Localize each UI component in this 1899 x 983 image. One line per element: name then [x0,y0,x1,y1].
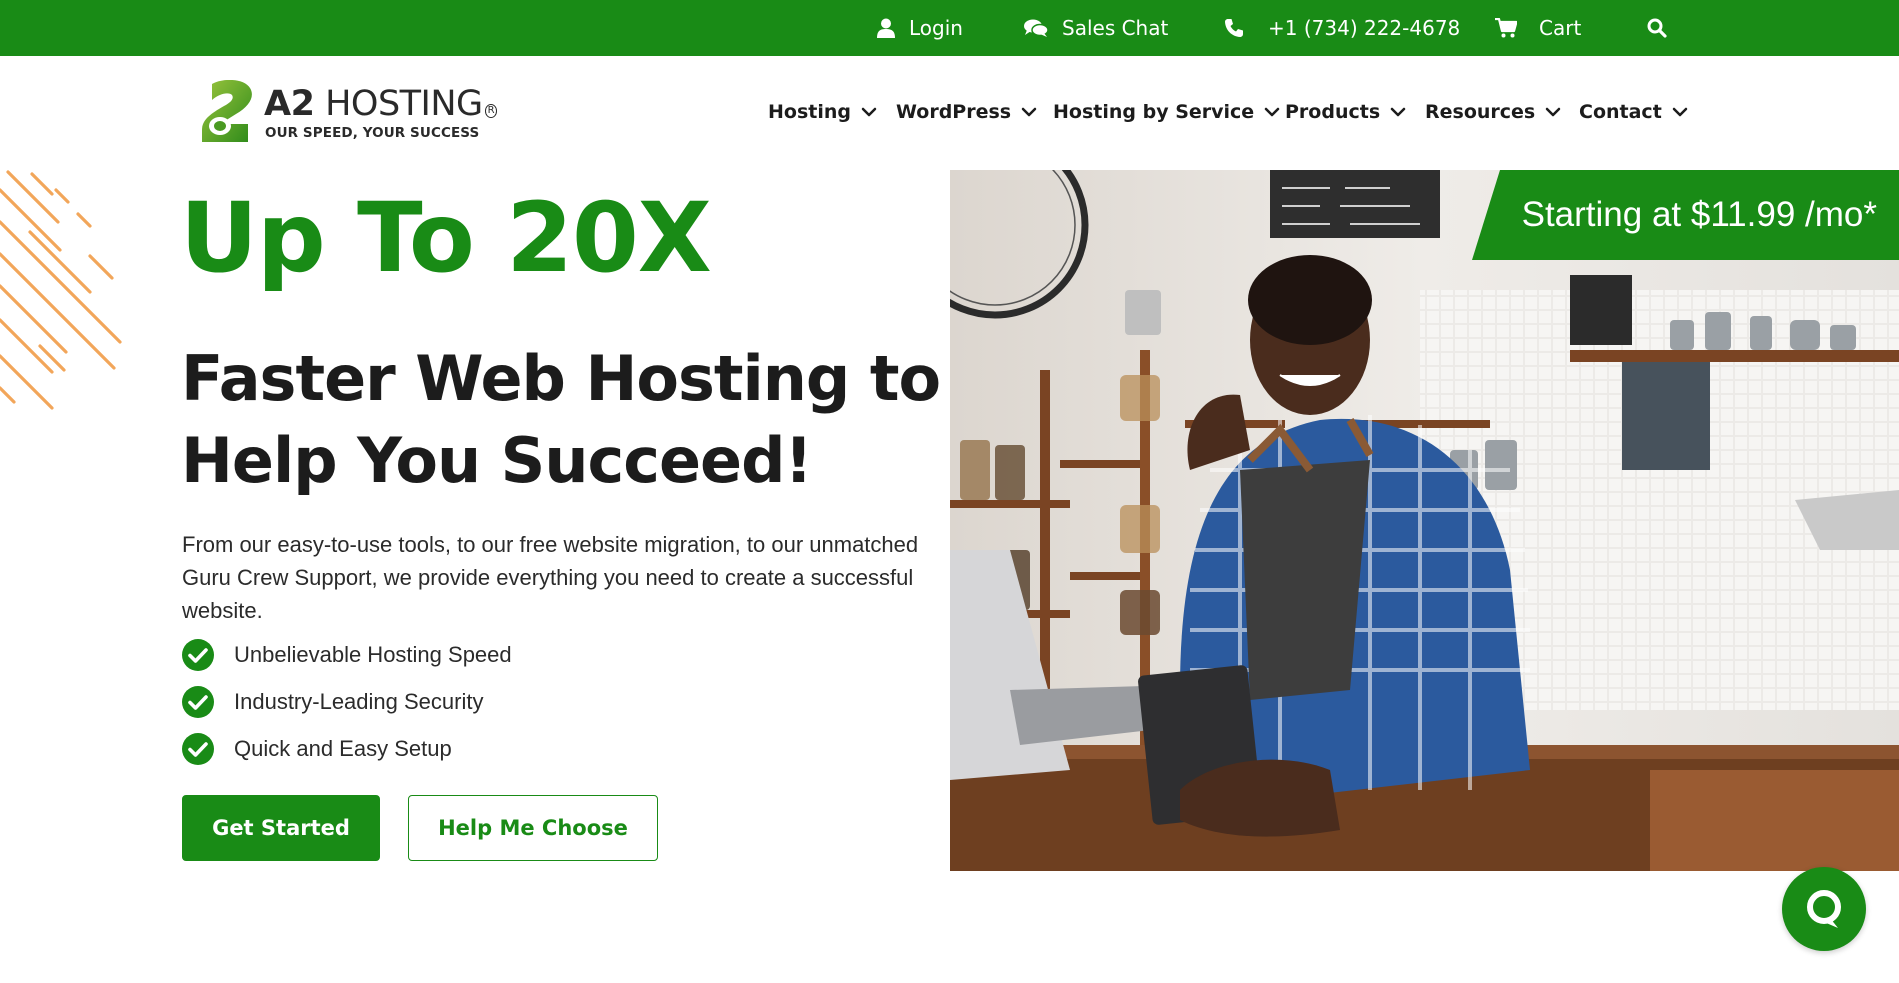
feature-item: Quick and Easy Setup [182,732,452,766]
nav-label: Products [1285,101,1381,123]
hero-headline-accent: Up To 20X [180,182,712,294]
feature-label: Unbelievable Hosting Speed [234,642,512,667]
get-started-button[interactable]: Get Started [182,795,380,861]
chevron-down-icon [1390,107,1406,117]
nav-hosting-by-service[interactable]: Hosting by Service [1053,96,1280,128]
nav-products[interactable]: Products [1285,96,1406,128]
nav-label: WordPress [896,101,1012,123]
logo-tagline: OUR SPEED, YOUR SUCCESS [265,125,480,141]
phone-icon [1224,18,1244,38]
chevron-down-icon [1545,107,1561,117]
nav-hosting[interactable]: Hosting [768,96,877,128]
check-circle-icon [182,686,214,718]
feature-label: Industry-Leading Security [234,689,484,714]
chevron-down-icon [1264,107,1280,117]
check-circle-icon [182,733,214,765]
nav-label: Hosting by Service [1053,101,1255,123]
check-circle-icon [182,639,214,671]
sales-chat-label: Sales Chat [1062,16,1169,40]
search-icon [1647,18,1667,38]
login-link[interactable]: Login [877,0,963,56]
nav-resources[interactable]: Resources [1425,96,1561,128]
chat-bubbles-icon [1024,18,1048,38]
user-icon [877,18,895,38]
feature-item: Industry-Leading Security [182,685,483,719]
nav-wordpress[interactable]: WordPress [896,96,1037,128]
hero-photo [950,170,1899,871]
search-button[interactable] [1647,0,1667,56]
hero-headline: Faster Web Hosting to Help You Succeed! [181,342,941,497]
top-utility-bar: Login Sales Chat +1 (734) 222-4678 Cart [0,0,1899,56]
nav-contact[interactable]: Contact [1579,96,1688,128]
nav-label: Resources [1425,101,1536,123]
cart-label: Cart [1539,16,1582,40]
live-chat-button[interactable] [1782,867,1866,951]
chat-icon [1807,890,1841,928]
feature-label: Quick and Easy Setup [234,736,452,761]
a2-hosting-logo[interactable]: A2 HOSTING R OUR SPEED, YOUR SUCCESS [198,80,498,146]
logo-wordmark: A2 HOSTING R [264,84,498,124]
chevron-down-icon [1021,107,1037,117]
nav-label: Contact [1579,101,1662,123]
logo-mark-icon [202,80,252,142]
login-label: Login [909,16,963,40]
nav-label: Hosting [768,101,851,123]
price-banner: Starting at $11.99 /mo* [1472,170,1899,260]
chevron-down-icon [1672,107,1688,117]
hero-intro-text: From our easy-to-use tools, to our free … [182,532,919,623]
cart-icon [1495,18,1517,38]
hero-photo-illustration [950,170,1899,871]
phone-number: +1 (734) 222-4678 [1268,16,1461,40]
decorative-stripes [0,170,122,410]
sales-chat-link[interactable]: Sales Chat [1024,0,1168,56]
help-me-choose-button[interactable]: Help Me Choose [408,795,658,861]
phone-link[interactable]: +1 (734) 222-4678 [1224,0,1460,56]
cart-link[interactable]: Cart [1495,0,1581,56]
chevron-down-icon [861,107,877,117]
feature-item: Unbelievable Hosting Speed [182,638,512,672]
